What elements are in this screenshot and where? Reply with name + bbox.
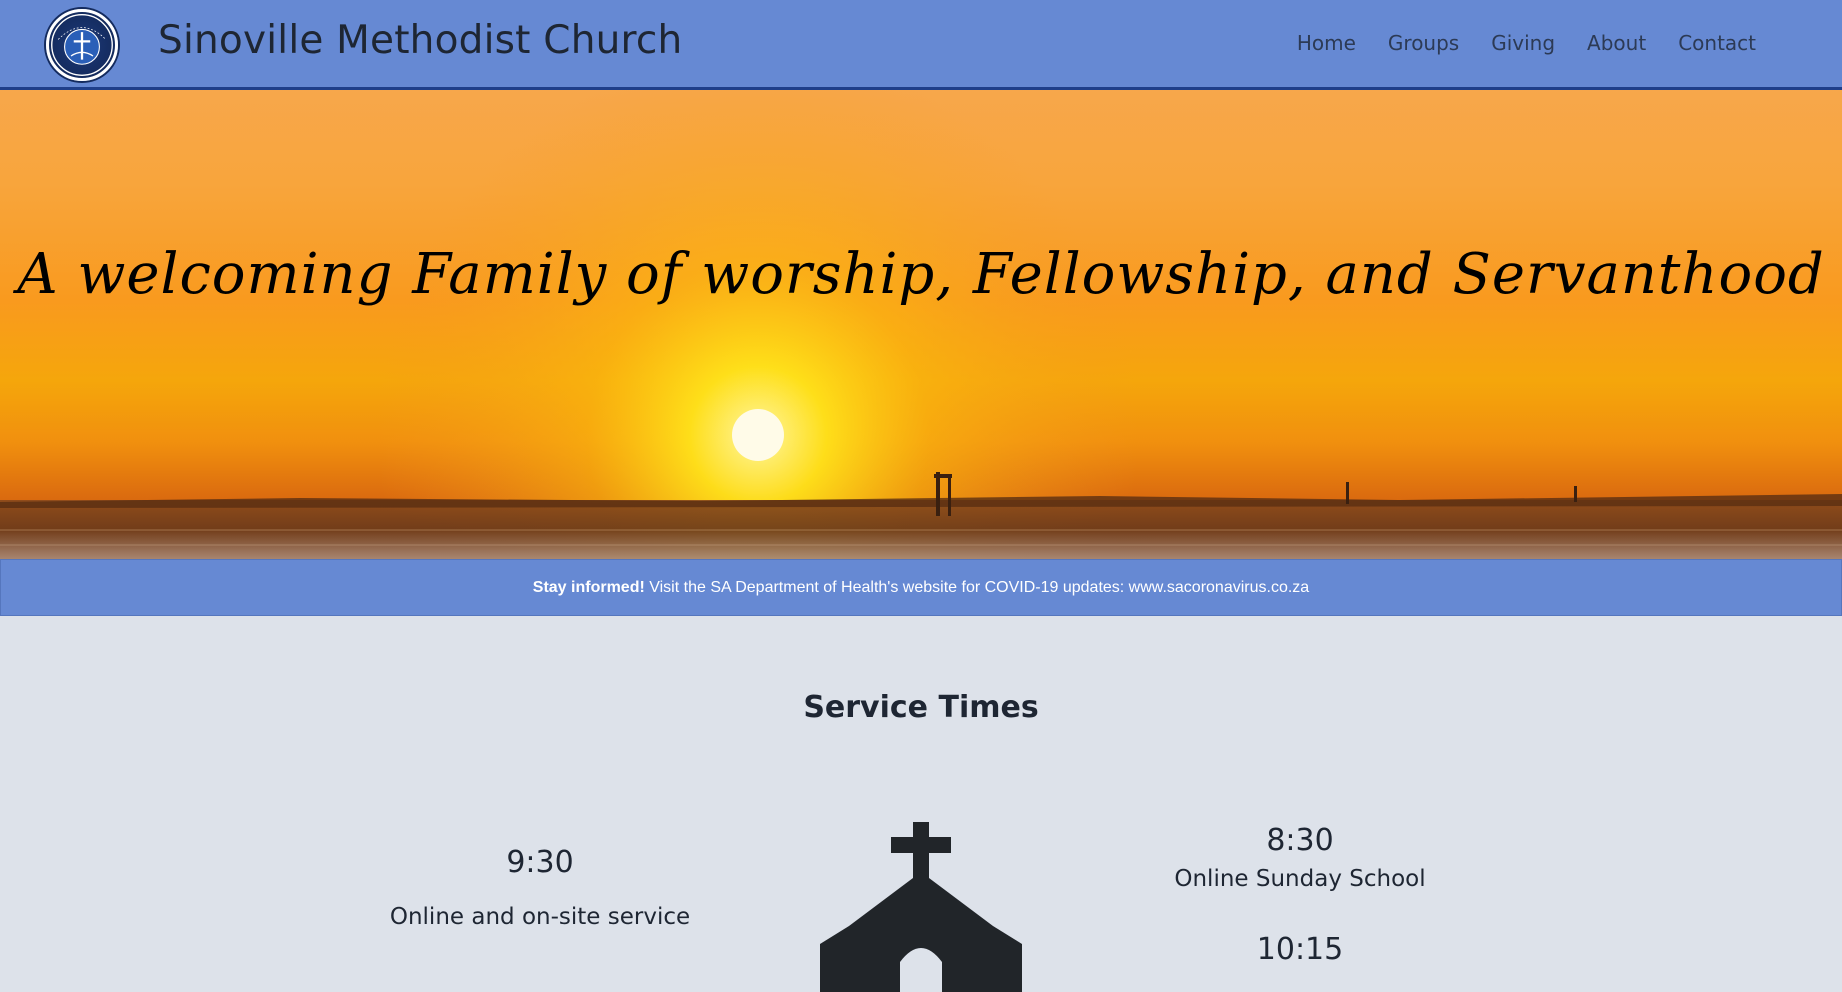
- nav-giving[interactable]: Giving: [1491, 31, 1555, 55]
- alert-strong: Stay informed!: [532, 579, 645, 596]
- nav-home[interactable]: Home: [1297, 31, 1356, 55]
- covid-alert: Stay informed! Visit the SA Department o…: [0, 559, 1842, 616]
- hero-tagline: A welcoming Family of worship, Fellowshi…: [17, 242, 1825, 307]
- nav-about[interactable]: About: [1587, 31, 1646, 55]
- service-time-1015: 10:15: [1256, 932, 1344, 967]
- sunset-image: [0, 90, 1842, 559]
- alert-text: Visit the SA Department of Health's webs…: [644, 579, 1310, 596]
- service-desc-sunday-school: Online Sunday School: [1174, 866, 1426, 892]
- nav-contact[interactable]: Contact: [1678, 31, 1756, 55]
- church-icon: [820, 822, 1022, 992]
- service-right: 8:30 Online Sunday School 10:15: [1100, 823, 1500, 967]
- service-time-930: 9:30: [506, 845, 574, 880]
- service-times-title: Service Times: [803, 690, 1039, 725]
- navbar: Sinoville Methodist Church Home Groups G…: [0, 0, 1842, 90]
- church-logo-icon[interactable]: [46, 9, 118, 81]
- brand-title[interactable]: Sinoville Methodist Church: [158, 18, 682, 63]
- nav-menu: Home Groups Giving About Contact: [1297, 31, 1756, 55]
- hero-banner: A welcoming Family of worship, Fellowshi…: [0, 90, 1842, 559]
- service-left: 9:30 Online and on-site service: [340, 845, 740, 930]
- service-desc-online-onsite: Online and on-site service: [389, 904, 691, 930]
- service-time-830: 8:30: [1266, 823, 1334, 858]
- nav-groups[interactable]: Groups: [1388, 31, 1459, 55]
